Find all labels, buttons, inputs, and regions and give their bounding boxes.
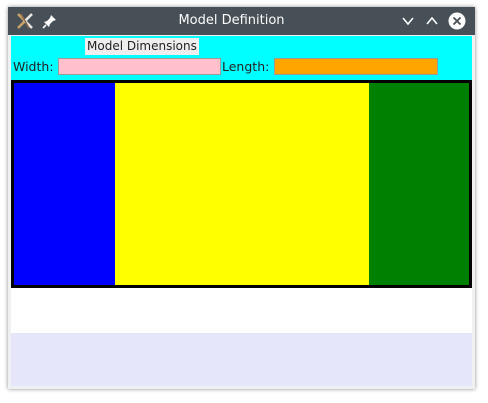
chevron-up-icon[interactable] (424, 13, 440, 29)
title-bar[interactable]: Model Definition (8, 7, 475, 35)
width-label: Width: (13, 59, 54, 74)
info-panel (11, 288, 472, 333)
blue-zone[interactable] (14, 83, 115, 285)
panel-title: Model Dimensions (85, 38, 199, 55)
green-zone[interactable] (369, 83, 469, 285)
width-field[interactable] (58, 58, 221, 75)
model-dimensions-panel: Model Dimensions Width: Length: (11, 36, 472, 80)
model-definition-window: Model Definition Model Dimensions Width:… (8, 7, 475, 389)
length-label: Length: (222, 59, 270, 74)
window-title: Model Definition (178, 13, 285, 28)
chevron-down-icon[interactable] (400, 13, 416, 29)
close-icon[interactable] (448, 12, 466, 30)
content-area: Model Dimensions Width: Length: (11, 36, 472, 386)
length-field[interactable] (274, 58, 438, 75)
model-drawing-canvas[interactable] (11, 80, 472, 288)
app-icon[interactable] (15, 11, 35, 31)
pin-icon[interactable] (42, 13, 58, 29)
yellow-zone[interactable] (115, 83, 369, 285)
